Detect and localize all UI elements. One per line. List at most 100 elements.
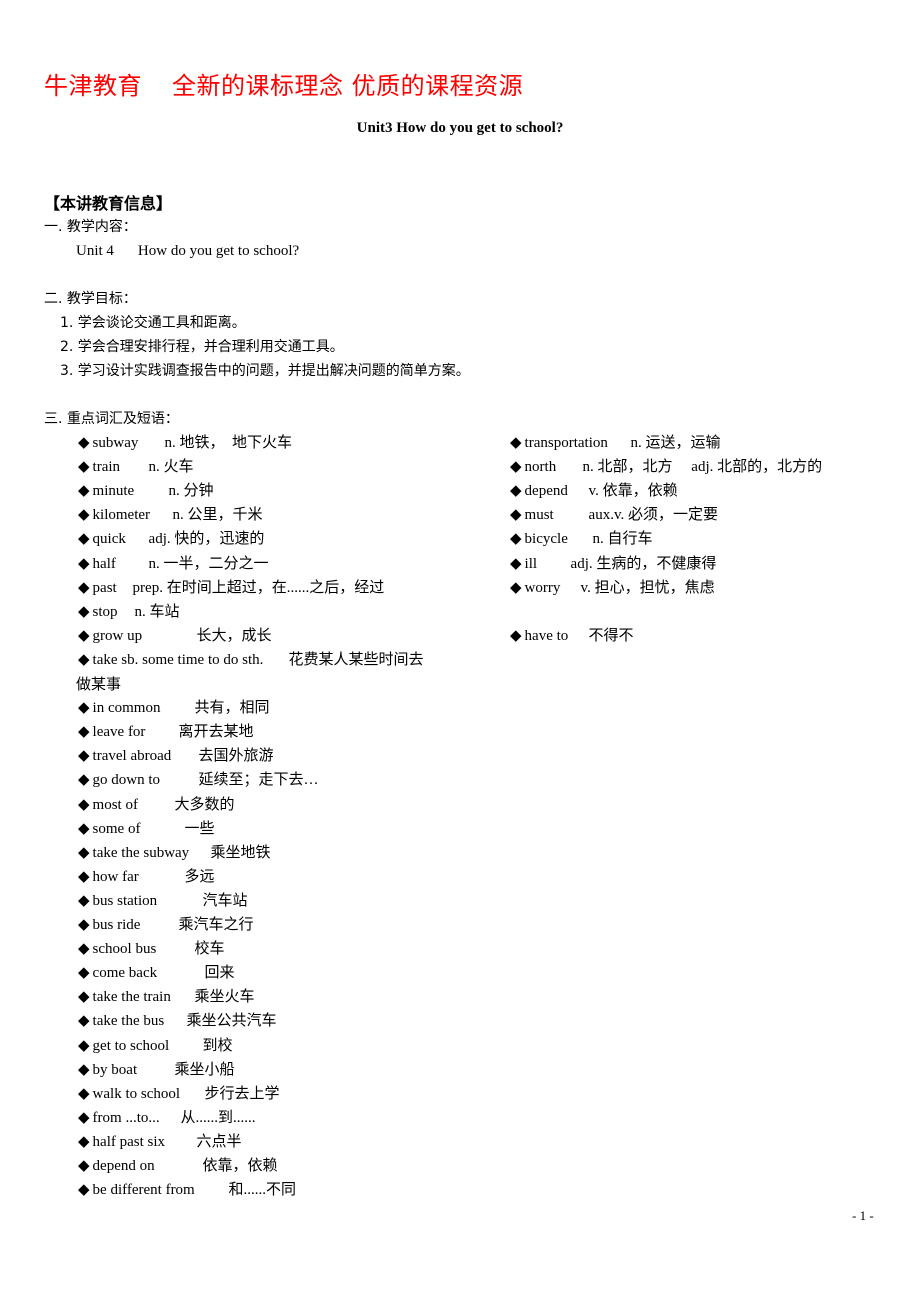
vocab-item: ◆ bus station 汽车站 xyxy=(78,889,248,913)
vocab-definition: 校车 xyxy=(194,941,225,958)
vocab-definition: v. 依靠，依赖 xyxy=(588,483,678,500)
vocab-word: some of xyxy=(92,820,141,837)
unit-title: How do you get to school? xyxy=(137,243,300,259)
vocab-item: ◆ walk to school 步行去上学 xyxy=(78,1082,280,1106)
diamond-bullet-icon: ◆ xyxy=(510,579,522,596)
vocab-word: bus station xyxy=(92,892,158,909)
vocab-word: leave for xyxy=(92,724,146,741)
vocab-definition: 依靠，依赖 xyxy=(202,1158,278,1174)
vocab-definition: n. 分钟 xyxy=(168,483,214,500)
vocab-definition: 到校 xyxy=(202,1037,233,1054)
diamond-bullet-icon: ◆ xyxy=(78,724,90,741)
diamond-bullet-icon: ◆ xyxy=(510,507,522,524)
diamond-bullet-icon: ◆ xyxy=(78,603,90,620)
vocab-word: grow up xyxy=(92,627,143,644)
part2-label: 二. 教学目标： xyxy=(44,291,137,307)
vocab-definition: n. 运送，运输 xyxy=(630,435,721,451)
vocab-definition: n. 自行车 xyxy=(592,531,653,548)
diamond-bullet-icon: ◆ xyxy=(78,820,90,837)
vocab-word: subway xyxy=(92,435,139,451)
vocab-word: kilometer xyxy=(92,507,151,524)
vocab-definition: 乘坐火车 xyxy=(194,989,255,1006)
vocab-word: most of xyxy=(92,796,138,813)
vocab-word: school bus xyxy=(92,941,157,958)
header-banner: 牛津教育 全新的课标理念 优质的课程资源 xyxy=(44,66,523,101)
vocab-word: minute xyxy=(92,483,135,500)
vocab-word: from ...to... xyxy=(92,1109,160,1126)
vocab-word: ill xyxy=(524,555,538,572)
vocab-item: ◆ have to 不得不 xyxy=(510,624,634,648)
diamond-bullet-icon: ◆ xyxy=(78,917,90,933)
vocab-definition: 步行去上学 xyxy=(204,1085,280,1102)
goal-item: 3. 学习设计实践调查报告中的问题，并提出解决问题的简单方案。 xyxy=(60,363,470,379)
vocab-word: bus ride xyxy=(92,917,141,933)
part1-content: Unit 4 How do you get to school? xyxy=(76,241,299,261)
vocab-definition: n. 火车 xyxy=(148,459,194,476)
document-title: Unit3 How do you get to school? xyxy=(356,120,564,136)
vocab-word: get to school xyxy=(92,1037,170,1054)
vocab-word: by boat xyxy=(92,1061,138,1078)
vocab-item: ◆ depend on 依靠，依赖 xyxy=(78,1154,278,1178)
diamond-bullet-icon: ◆ xyxy=(78,1133,90,1150)
vocab-item: ◆ take the train 乘坐火车 xyxy=(78,985,255,1009)
vocab-item: ◆ bus ride 乘汽车之行 xyxy=(78,913,254,937)
vocab-word: stop xyxy=(92,603,118,620)
vocab-item: ◆ come back 回来 xyxy=(78,961,235,985)
vocab-item: ◆ take the bus 乘坐公共汽车 xyxy=(78,1009,277,1033)
vocab-word: be different from xyxy=(92,1182,195,1199)
diamond-bullet-icon: ◆ xyxy=(78,1037,90,1054)
page-number: - 1 - xyxy=(852,1208,874,1223)
vocab-definition: 大多数的 xyxy=(174,796,235,813)
vocab-word: half past six xyxy=(92,1133,166,1150)
diamond-bullet-icon: ◆ xyxy=(78,844,90,861)
part1-label: 一. 教学内容： xyxy=(44,219,137,235)
vocab-definition: 乘坐公共汽车 xyxy=(186,1013,277,1030)
vocab-item: ◆ half past six 六点半 xyxy=(78,1130,242,1154)
diamond-bullet-icon: ◆ xyxy=(78,459,90,476)
diamond-bullet-icon: ◆ xyxy=(78,435,90,451)
diamond-bullet-icon: ◆ xyxy=(78,651,90,668)
vocab-item: ◆ most of 大多数的 xyxy=(78,793,235,817)
vocab-item: ◆ north n. 北部，北方 adj. 北部的，北方的 xyxy=(510,455,822,479)
vocab-definition: 延续至；走下去… xyxy=(198,772,319,789)
vocab-definition: n. 车站 xyxy=(134,603,180,620)
vocab-definition: 汽车站 xyxy=(202,892,248,909)
vocab-item: ◆ by boat 乘坐小船 xyxy=(78,1058,235,1082)
vocab-item: ◆ in common 共有，相同 xyxy=(78,696,270,720)
vocab-item: ◆ go down to 延续至；走下去… xyxy=(78,768,319,792)
vocab-word: take the subway xyxy=(92,844,190,861)
vocab-definition: 离开去某地 xyxy=(178,724,254,741)
vocab-definition: aux.v. 必须，一定要 xyxy=(588,507,718,524)
vocab-item: ◆ travel abroad 去国外旅游 xyxy=(78,744,274,768)
vocab-item: ◆ take the subway 乘坐地铁 xyxy=(78,841,271,865)
vocab-word: how far xyxy=(92,868,139,885)
vocab-word: past xyxy=(92,579,117,596)
vocab-definition: 乘坐地铁 xyxy=(210,844,271,861)
diamond-bullet-icon: ◆ xyxy=(78,965,90,982)
vocab-definition: 花费某人某些时间去 xyxy=(288,651,424,668)
vocab-item: ◆ take sb. some time to do sth. 花费某人某些时间去 xyxy=(78,648,424,672)
vocab-definition: 去国外旅游 xyxy=(198,748,274,765)
diamond-bullet-icon: ◆ xyxy=(78,700,90,717)
vocab-item: ◆ leave for 离开去某地 xyxy=(78,720,254,744)
vocab-definition: 共有，相同 xyxy=(194,700,270,717)
vocab-definition: 不得不 xyxy=(588,627,634,644)
vocab-word: take sb. some time to do sth. xyxy=(92,651,264,668)
diamond-bullet-icon: ◆ xyxy=(78,579,90,596)
vocab-definition: 乘坐小船 xyxy=(174,1061,235,1078)
diamond-bullet-icon: ◆ xyxy=(510,459,522,476)
vocab-word: worry xyxy=(524,579,561,596)
section-heading: 【本讲教育信息】 xyxy=(44,194,173,213)
vocab-item: ◆ quick adj. 快的，迅速的 xyxy=(78,527,264,551)
diamond-bullet-icon: ◆ xyxy=(510,483,522,500)
vocab-word: half xyxy=(92,555,116,572)
diamond-bullet-icon: ◆ xyxy=(78,627,90,644)
vocab-word: have to xyxy=(524,627,569,644)
part3-label: 三. 重点词汇及短语： xyxy=(44,411,179,427)
diamond-bullet-icon: ◆ xyxy=(78,1158,90,1174)
diamond-bullet-icon: ◆ xyxy=(78,1061,90,1078)
vocab-definition: n. 北部，北方 adj. 北部的，北方的 xyxy=(582,459,823,476)
vocab-word: in common xyxy=(92,700,161,717)
vocab-item: ◆ minute n. 分钟 xyxy=(78,479,214,503)
vocab-definition: 和......不同 xyxy=(228,1182,297,1199)
